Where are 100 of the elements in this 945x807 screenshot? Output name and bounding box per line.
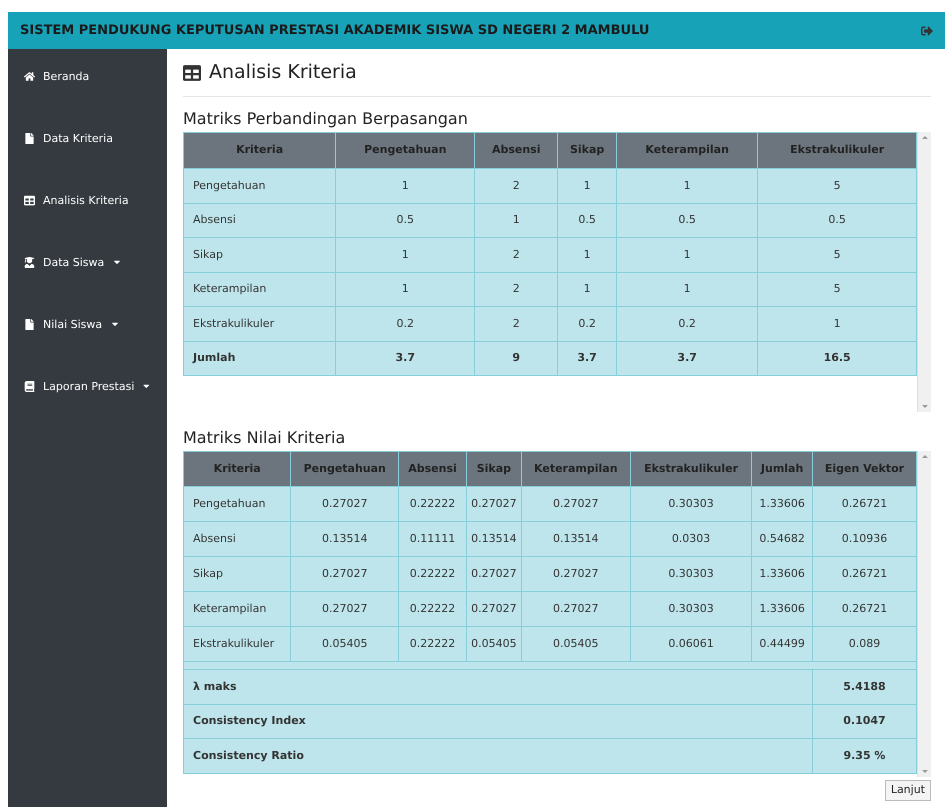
table-cell: 1 [336,238,475,272]
column-header: Kriteria [184,132,336,168]
table-cell: Absensi [184,522,291,556]
table-cell: 0.22222 [398,592,466,626]
table-cell: 1.33606 [752,486,812,522]
table-cell: 0.5 [616,203,758,238]
table-cell: 0.5 [336,203,475,238]
table-cell: 0.30303 [630,486,752,522]
table-cell: 0.27027 [466,486,522,522]
summary-label: λ maks [184,670,812,704]
table-cell: 0.05405 [521,626,630,662]
column-header: Pengetahuan [336,132,475,168]
table-cell: 1 [558,272,617,306]
table-cell: 1 [336,168,475,203]
table-cell: Pengetahuan [184,486,291,522]
sidebar-item[interactable]: Laporan Prestasi [8,379,167,441]
table-cell: 0.06061 [630,626,752,662]
summary-label: Consistency Index [184,704,812,738]
table-cell: 0.27027 [290,486,399,522]
table-cell: 1 [558,168,617,203]
column-header: Absensi [474,132,558,168]
table-cell: 2 [474,238,558,272]
scrollbar[interactable] [917,451,931,777]
table-cell: 1 [474,203,558,238]
column-header: Keterampilan [616,132,758,168]
table-cell: 0.27027 [466,592,522,626]
column-header: Eigen Vektor [812,452,916,486]
table-cell: 5 [758,272,916,306]
sidebar-item[interactable]: Beranda [8,69,167,131]
table-cell: 0.27027 [521,592,630,626]
table-cell: 0.05405 [466,626,522,662]
total-cell: 3.7 [336,341,475,376]
table-cell: 0.13514 [521,522,630,556]
table-cell: 0.27027 [290,556,399,592]
table-cell: 2 [474,272,558,306]
table-cell: Sikap [184,556,291,592]
sidebar-item[interactable]: Analisis Kriteria [8,193,167,255]
total-cell: 3.7 [558,341,617,376]
table-cell: 0.27027 [521,486,630,522]
table-cell: 0.27027 [466,556,522,592]
sidebar-item[interactable]: Nilai Siswa [8,317,167,379]
table-cell: 0.22222 [398,556,466,592]
table-cell: 1.33606 [752,556,812,592]
table-cell: Ekstrakulikuler [184,626,291,662]
table-cell: 0.27027 [290,592,399,626]
logout-icon[interactable] [921,24,933,36]
table-cell: 1 [616,168,758,203]
table-cell: 0.27027 [521,556,630,592]
sidebar-item[interactable]: Data Kriteria [8,131,167,193]
column-header: Sikap [558,132,617,168]
table-cell: 5 [758,168,916,203]
file-icon [24,133,35,144]
table-cell: 1 [336,272,475,306]
total-cell: Jumlah [184,341,336,376]
column-header: Kriteria [184,452,291,486]
table-cell: 0.05405 [290,626,399,662]
table-icon [183,64,201,82]
table-cell: 0.22222 [398,626,466,662]
table-cell: Sikap [184,238,336,272]
table-cell: 0.13514 [466,522,522,556]
column-header: Ekstrakulikuler [630,452,752,486]
total-cell: 9 [474,341,558,376]
next-button[interactable]: Lanjut [884,780,931,800]
table-cell: Keterampilan [184,272,336,306]
table-cell: 0.22222 [398,486,466,522]
table-cell: Keterampilan [184,592,291,626]
table-cell: 0.30303 [630,592,752,626]
total-cell: 3.7 [616,341,758,376]
table-cell: 0.54682 [752,522,812,556]
table-cell: 0.0303 [630,522,752,556]
sidebar-item[interactable]: Data Siswa [8,255,167,317]
column-header: Ekstrakulikuler [758,132,916,168]
table-cell: 5 [758,238,916,272]
table-cell: 1 [758,306,916,341]
table-cell: Absensi [184,203,336,238]
book-icon [24,381,35,392]
table-cell: 0.44499 [752,626,812,662]
column-header: Jumlah [752,452,812,486]
section-title: Matriks Perbandingan Berpasangan [183,109,469,129]
table-cell: 1 [558,238,617,272]
table-cell: 0.5 [758,203,916,238]
table-cell: 0.2 [616,306,758,341]
table-cell: 0.13514 [290,522,399,556]
column-header: Sikap [466,452,522,486]
table-cell: 0.2 [336,306,475,341]
summary-label: Consistency Ratio [184,738,812,773]
column-header: Pengetahuan [290,452,399,486]
student-icon [24,257,35,268]
table-cell: 1 [616,238,758,272]
table-cell: 2 [474,306,558,341]
home-icon [24,71,35,82]
table-cell: 0.30303 [630,556,752,592]
column-header: Keterampilan [521,452,630,486]
table-cell: 1.33606 [752,592,812,626]
table-icon [24,195,35,206]
table-cell: Pengetahuan [184,168,336,203]
scrollbar[interactable] [917,132,931,412]
table-cell: 1 [616,272,758,306]
page-title: Analisis Kriteria [209,60,357,86]
section-title: Matriks Nilai Kriteria [183,428,346,448]
